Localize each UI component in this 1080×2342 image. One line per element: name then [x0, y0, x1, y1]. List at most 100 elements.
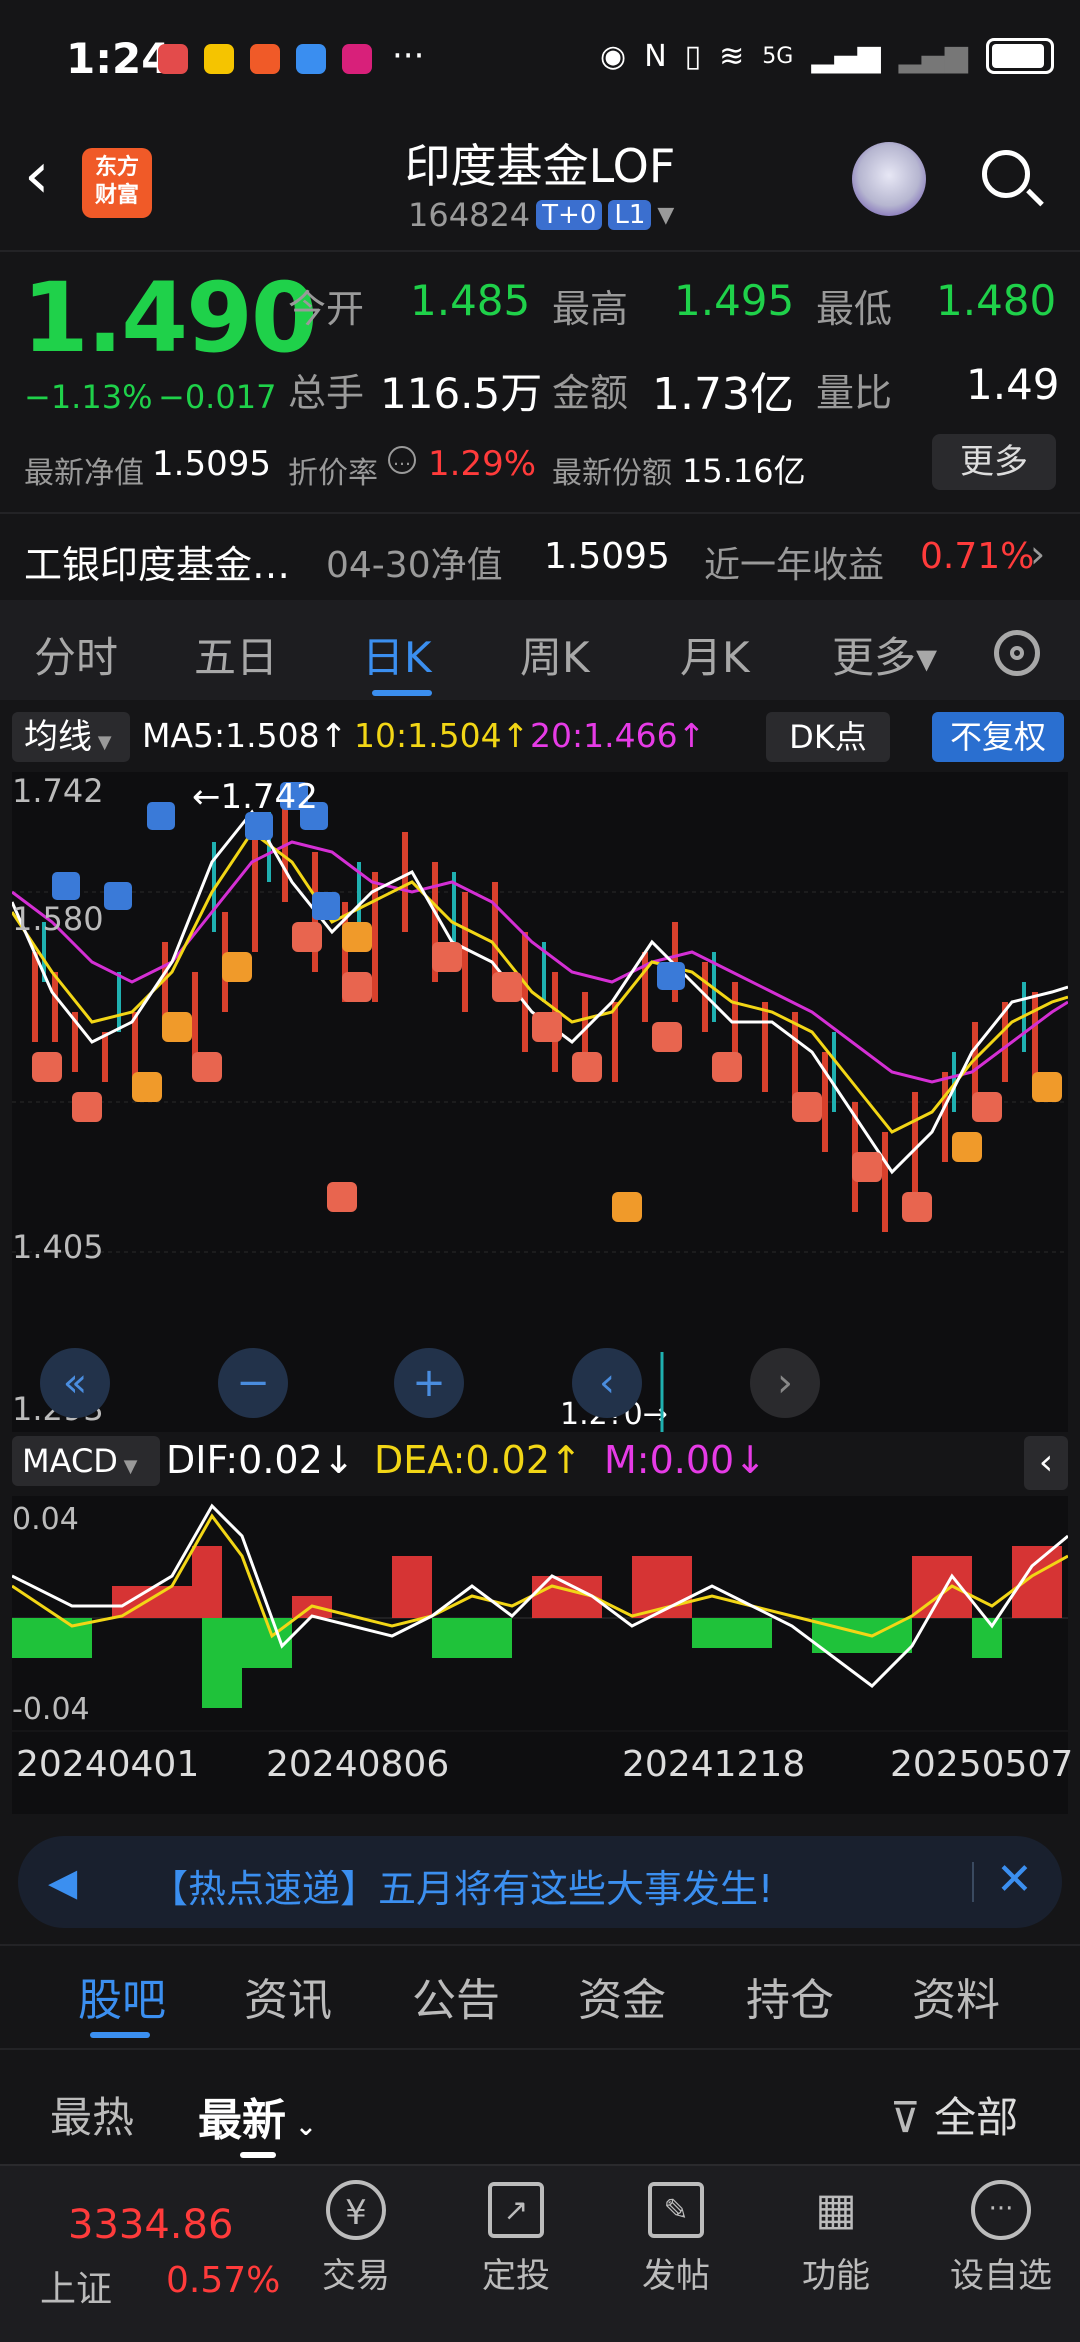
nav-functions[interactable]: ▦ 功能: [776, 2180, 896, 2297]
news-banner[interactable]: ◀ 【热点速递】五月将有这些大事发生! ✕: [18, 1836, 1062, 1928]
nav-value: 1.5095: [152, 444, 271, 484]
gear-icon[interactable]: [994, 630, 1040, 676]
ma10-line: [12, 829, 1068, 1134]
scroll-left-button[interactable]: ‹: [572, 1348, 642, 1418]
date-axis: 20240401 20240806 20241218 20250507: [12, 1732, 1073, 1814]
tab-daily-k[interactable]: 日K: [362, 624, 432, 685]
fund-code: 164824: [408, 196, 531, 234]
forum-tab-indicator: [90, 2032, 150, 2038]
filter-icon: ⊽: [890, 2093, 921, 2142]
tab-funds[interactable]: 资金: [578, 1964, 666, 2028]
open-value: 1.485: [410, 276, 531, 325]
amount-label: 金额: [552, 371, 629, 415]
adjust-button[interactable]: 不复权: [932, 712, 1064, 762]
status-more-dots: ···: [392, 36, 425, 76]
dk-button[interactable]: DK点: [766, 712, 890, 762]
nav-label: 最新净值: [24, 456, 144, 491]
ma-selector[interactable]: 均线 ▼: [12, 712, 130, 762]
ratio-value: 1.49: [966, 360, 1060, 409]
ma5-line: [12, 809, 1068, 1175]
tab-profile[interactable]: 资料: [912, 1964, 1000, 2028]
index-quote[interactable]: 3334.86 上证 0.57%: [40, 2180, 280, 2320]
nav-post-label: 发帖: [642, 2256, 710, 2296]
info-icon[interactable]: …: [388, 446, 416, 474]
tab-forum[interactable]: 股吧: [78, 1964, 166, 2028]
more-button[interactable]: 更多: [932, 434, 1056, 490]
nav-post[interactable]: ✎ 发帖: [616, 2180, 736, 2297]
l1-badge: L1: [608, 200, 652, 230]
yield-value: 0.71%: [920, 536, 1035, 577]
tab-more[interactable]: 更多▾: [832, 624, 937, 685]
sort-new[interactable]: 最新 ⌄: [198, 2084, 317, 2148]
open-label: 今开: [288, 287, 365, 331]
date-label: 20250507: [890, 1744, 1074, 1785]
peak-price-label: ←1.742: [192, 777, 318, 817]
zoom-out-button[interactable]: −: [218, 1348, 288, 1418]
battery-icon: [985, 38, 1054, 74]
volume-value: 116.5万: [380, 369, 543, 418]
filter-button[interactable]: ⊽ 全部: [890, 2084, 1018, 2145]
kline-chart[interactable]: ←1.742 1.2?0→ 1.742 1.580 1.405 1.293: [12, 772, 1068, 1432]
status-right-icons: ◉ N ▯ ≋ 5G ▂▄▆ ▂▄▆: [600, 38, 1054, 74]
macd-selector[interactable]: MACD ▼: [12, 1436, 160, 1486]
macd-y-bottom: -0.04: [12, 1692, 90, 1727]
high-value: 1.495: [674, 276, 795, 325]
high-label: 最高: [552, 287, 629, 331]
sort-hot[interactable]: 最热: [50, 2084, 134, 2145]
network-label: 5G: [762, 43, 794, 69]
ratio-label: 量比: [816, 371, 893, 415]
fund-info-row[interactable]: 工银印度基金… 04-30净值 1.5095 近一年收益 0.71% ›: [0, 514, 1080, 598]
app-icon-weibo: [204, 44, 234, 74]
tab-holdings[interactable]: 持仓: [746, 1964, 834, 2028]
yen-icon: ¥: [326, 2180, 386, 2240]
nav-trade[interactable]: ¥ 交易: [296, 2180, 416, 2297]
macd-chart[interactable]: 0.04 -0.04: [12, 1496, 1068, 1730]
more-circle-icon: ···: [971, 2180, 1031, 2240]
index-name: 上证: [40, 2269, 113, 2310]
chevron-right-icon: ›: [1030, 532, 1046, 576]
t0-badge: T+0: [536, 200, 603, 230]
app-icon-red: [158, 44, 188, 74]
y-axis-low: 1.405: [12, 1228, 104, 1266]
nfc-icon: N: [644, 38, 667, 74]
chevron-down-icon: ▼: [117, 1456, 138, 1477]
macd-svg: [12, 1503, 1068, 1708]
tab-news[interactable]: 资讯: [244, 1964, 332, 2028]
tab-intraday[interactable]: 分时: [34, 624, 118, 685]
tab-five-day[interactable]: 五日: [194, 624, 278, 685]
sort-new-indicator: [240, 2152, 276, 2158]
y-axis-mid: 1.580: [12, 900, 104, 938]
header: ‹ 东方 财富 印度基金LOF 164824 T+0 L1 ▼: [0, 120, 1080, 250]
amount-value: 1.73亿: [652, 369, 794, 420]
nav-add-watchlist[interactable]: ··· 设自选: [936, 2180, 1066, 2297]
macd-selector-label: MACD: [22, 1442, 118, 1480]
ma5-value: MA5:1.508↑: [142, 716, 348, 755]
tab-weekly-k[interactable]: 周K: [520, 624, 590, 685]
nav-invest[interactable]: ↗ 定投: [456, 2180, 576, 2297]
yield-label: 近一年收益: [704, 545, 885, 586]
filter-label: 全部: [934, 2093, 1019, 2142]
status-bar: 1:24 ··· ◉ N ▯ ≋ 5G ▂▄▆ ▂▄▆: [0, 0, 1080, 120]
search-icon[interactable]: [982, 150, 1044, 207]
dropdown-icon: ▼: [657, 202, 675, 228]
chart-icon: ↗: [488, 2182, 544, 2238]
nav-add-watchlist-label: 设自选: [950, 2256, 1052, 2296]
shares-label: 最新份额: [552, 456, 672, 491]
last-price: 1.490: [22, 262, 318, 374]
close-icon[interactable]: ✕: [996, 1854, 1033, 1905]
bottom-nav: 3334.86 上证 0.57% ¥ 交易 ↗ 定投 ✎ 发帖 ▦ 功能 ···…: [0, 2164, 1080, 2342]
dea-value: DEA:0.02↑: [374, 1438, 582, 1482]
date-label: 20240806: [266, 1744, 450, 1785]
dif-value: DIF:0.02↓: [166, 1438, 355, 1482]
app-icon-cloud: [296, 44, 326, 74]
zoom-in-button[interactable]: +: [394, 1348, 464, 1418]
tab-announcements[interactable]: 公告: [412, 1964, 500, 2028]
scroll-right-button[interactable]: ›: [750, 1348, 820, 1418]
scroll-start-button[interactable]: «: [40, 1348, 110, 1418]
code-row[interactable]: 164824 T+0 L1 ▼: [408, 196, 674, 234]
robot-avatar[interactable]: [852, 142, 926, 216]
shares-value: 15.16亿: [682, 452, 806, 490]
tab-monthly-k[interactable]: 月K: [680, 624, 750, 685]
fund-nav-value: 1.5095: [544, 536, 670, 577]
collapse-panel-button[interactable]: ‹: [1024, 1436, 1068, 1490]
